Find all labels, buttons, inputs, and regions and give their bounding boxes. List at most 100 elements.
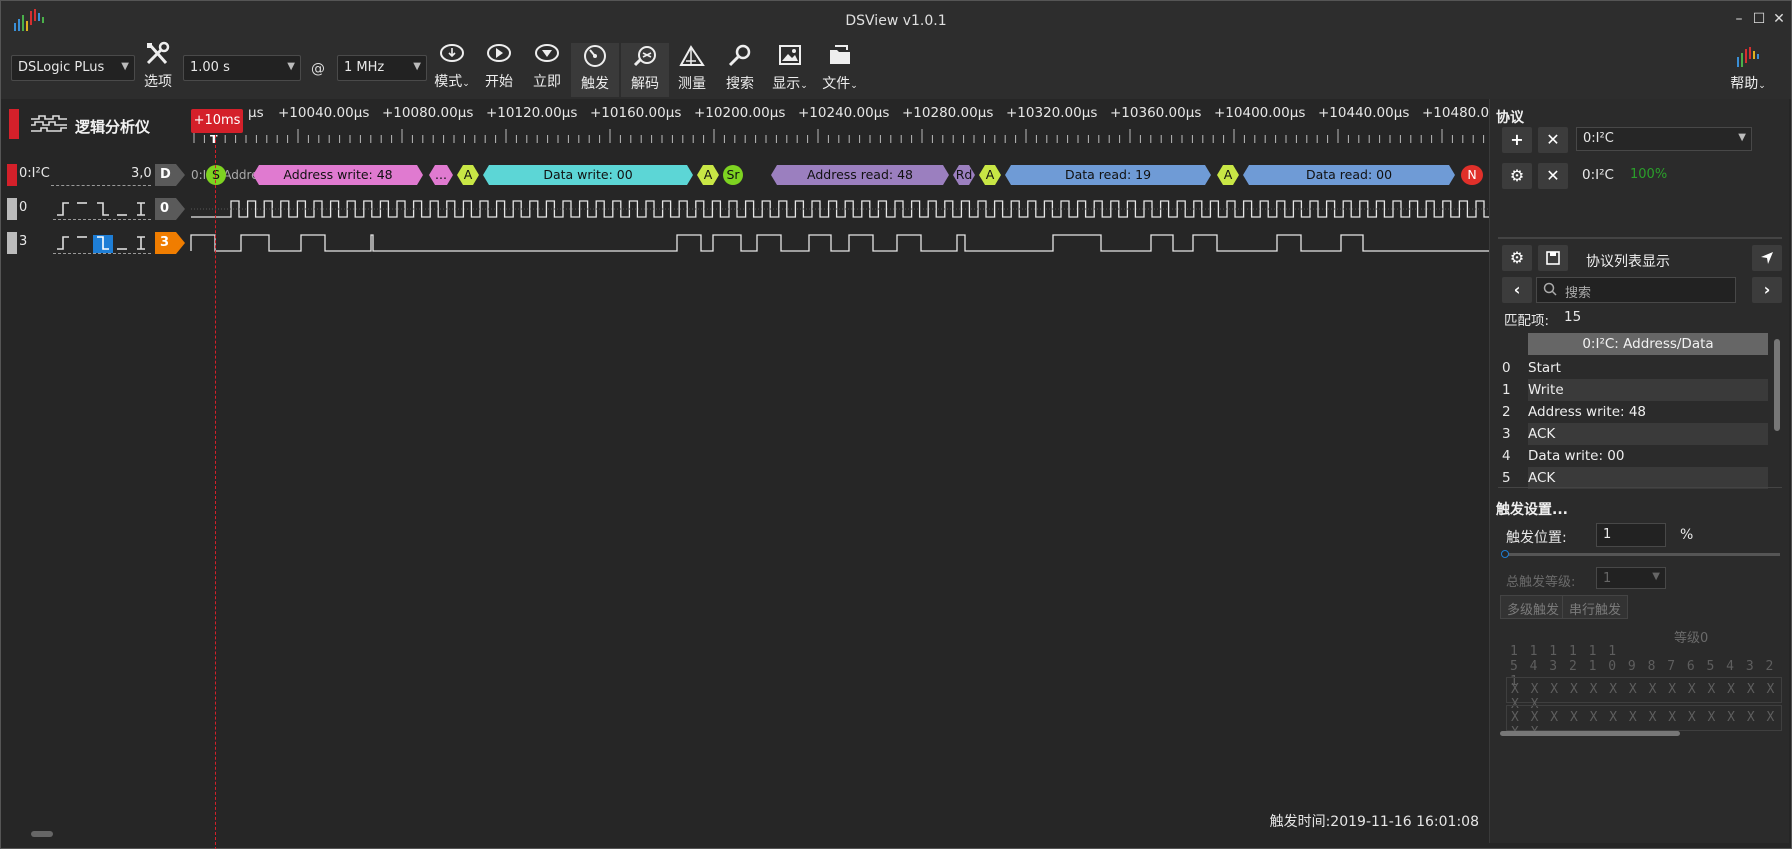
remove-protocol-button[interactable]: ✕ bbox=[1538, 127, 1568, 153]
duration-select[interactable]: 1.00 s ▼ bbox=[183, 55, 301, 81]
file-button[interactable]: 文件⌄ bbox=[815, 43, 865, 97]
list-item[interactable]: 0 Start bbox=[1498, 357, 1768, 379]
trigger-position-input[interactable]: 1 bbox=[1596, 523, 1666, 547]
maximize-icon[interactable]: ☐ bbox=[1751, 11, 1767, 27]
trigger-hscroll[interactable] bbox=[1500, 731, 1680, 736]
close-icon[interactable]: ✕ bbox=[1771, 11, 1787, 27]
waveform-view[interactable]: 逻辑分析仪 μs +10040.00μs +10080.00μs +10120.… bbox=[1, 99, 1498, 843]
decoder-segment[interactable]: N bbox=[1461, 165, 1483, 185]
list-item[interactable]: 2 Address write: 48 bbox=[1498, 401, 1768, 423]
list-title: 协议列表显示 bbox=[1586, 254, 1670, 270]
minimize-icon[interactable]: – bbox=[1731, 11, 1747, 27]
decoder-segment[interactable]: Address write: 48 bbox=[253, 165, 423, 185]
list-item-text: ACK bbox=[1528, 423, 1768, 445]
trigger-marker-label: +10ms bbox=[193, 113, 241, 128]
search-button[interactable]: 搜索 bbox=[717, 43, 763, 97]
list-item[interactable]: 5 ACK bbox=[1498, 467, 1768, 489]
window-title: DSView v1.0.1 bbox=[845, 13, 947, 29]
help-label: 帮助 bbox=[1730, 76, 1759, 92]
decoder-segment[interactable]: Sr bbox=[723, 165, 743, 185]
decode-button[interactable]: 解码 bbox=[621, 43, 669, 97]
measure-label: 测量 bbox=[678, 76, 706, 92]
search-icon bbox=[1543, 282, 1557, 296]
chevron-down-icon: ▼ bbox=[121, 61, 129, 72]
list-item[interactable]: 4 Data write: 00 bbox=[1498, 445, 1768, 467]
app-logo-icon bbox=[1737, 47, 1759, 67]
display-icon bbox=[779, 45, 801, 65]
help-button[interactable]: 帮助⌄ bbox=[1723, 43, 1773, 97]
next-match-button[interactable]: › bbox=[1752, 277, 1782, 303]
measure-button[interactable]: 测量 bbox=[669, 43, 715, 97]
search-input[interactable]: 搜索 bbox=[1536, 277, 1736, 303]
protocol-settings-button[interactable]: ⚙ bbox=[1502, 163, 1532, 189]
chevron-down-icon: ▼ bbox=[1738, 132, 1746, 143]
list-item-text: ACK bbox=[1528, 467, 1768, 489]
decoder-segment[interactable]: Data read: 00 bbox=[1243, 165, 1455, 185]
decoder-segment[interactable]: Data read: 19 bbox=[1005, 165, 1211, 185]
trigger-settings-title: 触发设置... bbox=[1496, 502, 1568, 518]
list-item[interactable]: 1 Write bbox=[1498, 379, 1768, 401]
device-select[interactable]: DSLogic PLus ▼ bbox=[11, 55, 135, 81]
trigger-marker-sub: T bbox=[210, 133, 218, 146]
trigger-mask-row[interactable]: X X X X X X X X X X X X X X X X bbox=[1506, 705, 1782, 740]
list-settings-button[interactable]: ⚙ bbox=[1502, 245, 1532, 271]
instant-label: 立即 bbox=[533, 74, 561, 90]
mode-button[interactable]: 模式⌄ bbox=[429, 43, 475, 97]
duration-value: 1.00 s bbox=[190, 60, 230, 75]
list-item-index: 2 bbox=[1502, 404, 1511, 420]
protocol-select-value: 0:I²C bbox=[1583, 131, 1614, 146]
decoder-segment[interactable]: S bbox=[206, 165, 226, 185]
list-column-header[interactable]: 0:I²C: Address/Data bbox=[1528, 333, 1768, 355]
samplerate-select[interactable]: 1 MHz ▼ bbox=[337, 55, 427, 81]
start-label: 开始 bbox=[485, 74, 513, 90]
remove-decoder-button[interactable]: ✕ bbox=[1538, 163, 1568, 189]
decoder-segment[interactable]: Address read: 48 bbox=[771, 165, 949, 185]
trigger-button[interactable]: 触发 bbox=[571, 43, 619, 97]
slider-handle[interactable] bbox=[1501, 550, 1509, 558]
play-icon bbox=[487, 44, 511, 62]
decode-icon bbox=[633, 46, 656, 67]
toolbar: DSLogic PLus ▼ 选项 1.00 s ▼ @ 1 MHz ▼ 模式⌄… bbox=[1, 35, 1791, 99]
magnifier-icon bbox=[728, 44, 751, 67]
list-item-text: Data write: 00 bbox=[1528, 448, 1625, 464]
trigger-gauge-icon bbox=[584, 45, 606, 67]
display-button[interactable]: 显示⌄ bbox=[765, 43, 815, 97]
multi-trigger-button[interactable]: 多级触发 bbox=[1500, 595, 1567, 619]
save-list-button[interactable] bbox=[1538, 245, 1568, 271]
dock-divider bbox=[1498, 237, 1782, 239]
protocol-select[interactable]: 0:I²C ▼ bbox=[1576, 127, 1752, 151]
at-sign: @ bbox=[311, 61, 325, 77]
list-item-text: Start bbox=[1528, 360, 1561, 376]
prev-match-button[interactable]: ‹ bbox=[1502, 277, 1532, 303]
trigger-position-slider[interactable] bbox=[1501, 550, 1780, 558]
decoder-segment[interactable]: Data write: 00 bbox=[483, 165, 693, 185]
measure-icon bbox=[679, 45, 705, 66]
right-dock: 协议 + ✕ 0:I²C ▼ ⚙ ✕ 0:I²C 100% ⚙ 协议列表显示 ‹ bbox=[1489, 99, 1789, 843]
mode-label: 模式 bbox=[434, 74, 463, 90]
navigate-button[interactable] bbox=[1752, 245, 1782, 271]
total-level-select[interactable]: 1 ▼ bbox=[1596, 567, 1666, 589]
trigger-value-row[interactable]: X X X X X X X X X X X X X X X X bbox=[1506, 677, 1782, 712]
save-icon bbox=[1546, 251, 1560, 265]
match-count: 15 bbox=[1564, 309, 1582, 325]
list-item[interactable]: 3 ACK bbox=[1498, 423, 1768, 445]
total-level-value: 1 bbox=[1603, 571, 1612, 586]
add-protocol-button[interactable]: + bbox=[1502, 127, 1532, 153]
list-item-index: 1 bbox=[1502, 382, 1511, 398]
trigger-marker[interactable]: +10ms bbox=[191, 109, 243, 133]
trigger-position-value: 1 bbox=[1603, 527, 1612, 542]
options-button[interactable]: 选项 bbox=[136, 41, 180, 95]
dock-divider bbox=[1498, 487, 1782, 488]
decoder-prefix: 0:I²C Addre bbox=[191, 168, 259, 182]
decoder-progress: 100% bbox=[1630, 167, 1668, 182]
samplerate-value: 1 MHz bbox=[344, 60, 385, 75]
instant-button[interactable]: 立即 bbox=[525, 43, 569, 97]
list-item-index: 5 bbox=[1502, 470, 1511, 486]
navigate-arrow-icon bbox=[1761, 252, 1773, 264]
list-scrollbar[interactable] bbox=[1774, 339, 1780, 431]
start-button[interactable]: 开始 bbox=[477, 43, 521, 97]
trigger-position-label: 触发位置: bbox=[1506, 530, 1567, 546]
trigger-position-unit: % bbox=[1680, 527, 1694, 543]
horizontal-scrollbar[interactable] bbox=[31, 831, 53, 837]
serial-trigger-button[interactable]: 串行触发 bbox=[1562, 595, 1629, 619]
